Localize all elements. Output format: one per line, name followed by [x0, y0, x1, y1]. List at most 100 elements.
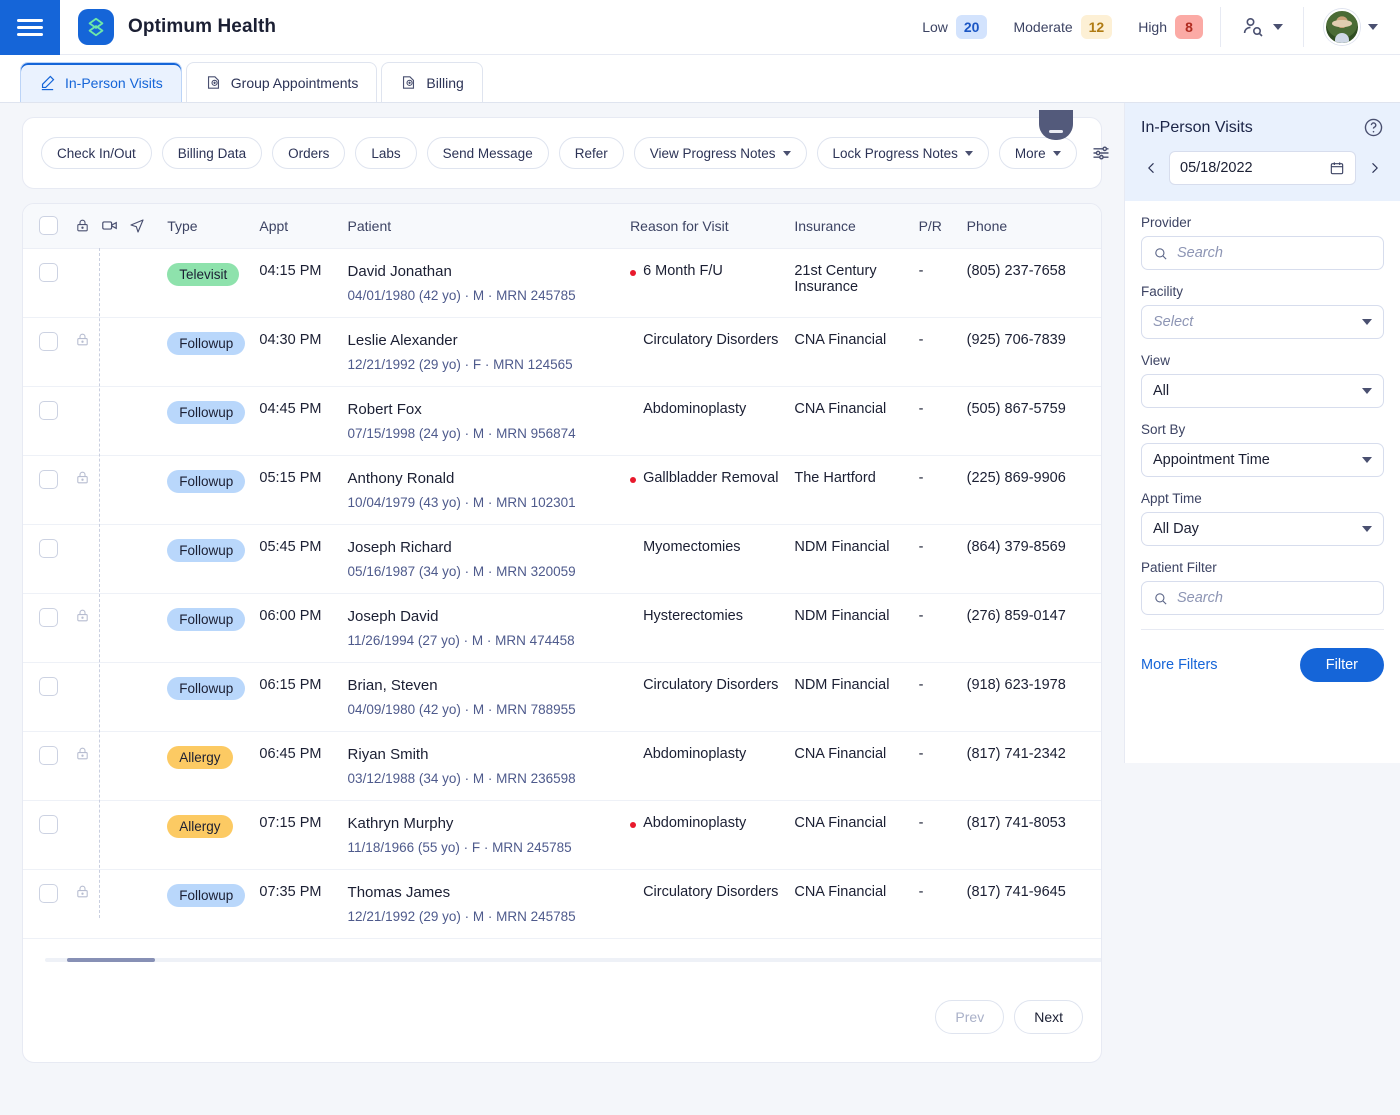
lock-progress-notes-button[interactable]: Lock Progress Notes [817, 137, 989, 169]
row-reason-cell: Hysterectomies [624, 593, 788, 662]
risk-high[interactable]: High 8 [1125, 15, 1216, 39]
patient-meta: 12/21/1992 (29 yo) · F · MRN 124565 [348, 357, 619, 372]
row-insurance-cell: CNA Financial [788, 386, 912, 455]
date-navigator: 05/18/2022 [1141, 151, 1384, 185]
lock-icon[interactable] [75, 608, 90, 623]
risk-low[interactable]: Low 20 [909, 15, 1000, 39]
row-checkbox[interactable] [39, 884, 58, 903]
table-row[interactable]: Followup04:30 PMLeslie Alexander12/21/19… [23, 317, 1101, 386]
risk-low-label: Low [922, 19, 948, 35]
row-patient-cell[interactable]: Anthony Ronald10/04/1979 (43 yo) · M · M… [342, 455, 625, 524]
phone-header[interactable]: Phone [961, 204, 1101, 248]
row-patient-cell[interactable]: Thomas James12/21/1992 (29 yo) · M · MRN… [342, 869, 625, 938]
row-checkbox[interactable] [39, 539, 58, 558]
row-phone-cell: (225) 869-9906 [961, 455, 1101, 524]
table-body: Televisit04:15 PMDavid Jonathan04/01/198… [23, 248, 1101, 938]
billing-data-button[interactable]: Billing Data [162, 137, 262, 169]
brand[interactable]: Optimum Health [78, 9, 276, 45]
tab-billing[interactable]: Billing [381, 62, 482, 102]
patient-header[interactable]: Patient [342, 204, 625, 248]
hamburger-menu-button[interactable] [0, 0, 60, 55]
row-patient-cell[interactable]: Robert Fox07/15/1998 (24 yo) · M · MRN 9… [342, 386, 625, 455]
appt-header[interactable]: Appt [253, 204, 341, 248]
table-row[interactable]: Followup05:45 PMJoseph Richard05/16/1987… [23, 524, 1101, 593]
patient-meta: 03/12/1988 (34 yo) · M · MRN 236598 [348, 771, 619, 786]
row-checkbox[interactable] [39, 470, 58, 489]
facility-select[interactable]: Select [1141, 305, 1384, 339]
pr-header[interactable]: P/R [913, 204, 961, 248]
row-checkbox[interactable] [39, 263, 58, 282]
select-all-checkbox[interactable] [39, 216, 58, 235]
row-patient-cell[interactable]: Joseph David11/26/1994 (27 yo) · M · MRN… [342, 593, 625, 662]
table-row[interactable]: Followup06:15 PMBrian, Steven04/09/1980 … [23, 662, 1101, 731]
table-row[interactable]: Followup05:15 PMAnthony Ronald10/04/1979… [23, 455, 1101, 524]
filter-button[interactable]: Filter [1300, 648, 1384, 682]
next-day-button[interactable] [1364, 160, 1384, 176]
appt-time-select[interactable]: All Day [1141, 512, 1384, 546]
row-checkbox[interactable] [39, 332, 58, 351]
user-search-button[interactable] [1225, 15, 1299, 39]
lock-icon[interactable] [75, 470, 90, 485]
sort-by-select[interactable]: Appointment Time [1141, 443, 1384, 477]
view-select[interactable]: All [1141, 374, 1384, 408]
view-progress-notes-button[interactable]: View Progress Notes [634, 137, 807, 169]
lock-icon[interactable] [75, 884, 90, 899]
prev-day-button[interactable] [1141, 160, 1161, 176]
lock-icon[interactable] [75, 332, 90, 347]
row-checkbox[interactable] [39, 746, 58, 765]
reason-text: Abdominoplasty [643, 401, 746, 417]
table-row[interactable]: Followup06:00 PMJoseph David11/26/1994 (… [23, 593, 1101, 662]
labs-button[interactable]: Labs [355, 137, 416, 169]
patient-filter-input[interactable]: Search [1141, 581, 1384, 615]
prev-page-button[interactable]: Prev [935, 1000, 1004, 1034]
more-button[interactable]: More [999, 137, 1077, 169]
row-checkbox[interactable] [39, 815, 58, 834]
row-phone-cell: (817) 741-9645 [961, 869, 1101, 938]
table-row[interactable]: Followup04:45 PMRobert Fox07/15/1998 (24… [23, 386, 1101, 455]
row-patient-cell[interactable]: David Jonathan04/01/1980 (42 yo) · M · M… [342, 248, 625, 317]
next-page-button[interactable]: Next [1014, 1000, 1083, 1034]
send-message-button[interactable]: Send Message [427, 137, 549, 169]
toolbar-settings-button[interactable] [1091, 143, 1111, 163]
row-appt-cell: 06:15 PM [253, 662, 341, 731]
table-row[interactable]: Allergy07:15 PMKathryn Murphy11/18/1966 … [23, 800, 1101, 869]
orders-button[interactable]: Orders [272, 137, 345, 169]
row-checkbox[interactable] [39, 608, 58, 627]
more-filters-link[interactable]: More Filters [1141, 657, 1218, 673]
row-type-cell: Allergy [161, 731, 253, 800]
tab-in-person-visits[interactable]: In-Person Visits [20, 62, 182, 102]
check-in-out-button[interactable]: Check In/Out [41, 137, 152, 169]
row-patient-cell[interactable]: Kathryn Murphy11/18/1966 (55 yo) · F · M… [342, 800, 625, 869]
help-circle-icon[interactable] [1363, 117, 1384, 138]
provider-search-input[interactable]: Search [1141, 236, 1384, 270]
scrollbar-thumb[interactable] [67, 958, 155, 962]
user-profile-button[interactable] [1308, 9, 1400, 45]
table-row[interactable]: Followup07:35 PMThomas James12/21/1992 (… [23, 869, 1101, 938]
hamburger-menu-icon [17, 19, 43, 22]
horizontal-scrollbar[interactable] [45, 958, 1102, 962]
row-checkbox[interactable] [39, 677, 58, 696]
visit-type-badge: Allergy [167, 815, 232, 838]
calendar-icon [1329, 160, 1345, 176]
risk-moderate[interactable]: Moderate 12 [1000, 15, 1125, 39]
collapse-toolbar-button[interactable] [1039, 110, 1073, 140]
view-value: All [1153, 383, 1169, 399]
insurance-header[interactable]: Insurance [788, 204, 912, 248]
row-patient-cell[interactable]: Leslie Alexander12/21/1992 (29 yo) · F ·… [342, 317, 625, 386]
table-row[interactable]: Allergy06:45 PMRiyan Smith03/12/1988 (34… [23, 731, 1101, 800]
row-patient-cell[interactable]: Brian, Steven04/09/1980 (42 yo) · M · MR… [342, 662, 625, 731]
tab-group-appointments[interactable]: Group Appointments [186, 62, 378, 102]
row-checkbox[interactable] [39, 401, 58, 420]
button-label: More [1015, 146, 1046, 161]
row-patient-cell[interactable]: Joseph Richard05/16/1987 (34 yo) · M · M… [342, 524, 625, 593]
row-select-cell [23, 593, 69, 662]
type-header[interactable]: Type [161, 204, 253, 248]
row-patient-cell[interactable]: Riyan Smith03/12/1988 (34 yo) · M · MRN … [342, 731, 625, 800]
reason-header[interactable]: Reason for Visit [624, 204, 788, 248]
table-row[interactable]: Televisit04:15 PMDavid Jonathan04/01/198… [23, 248, 1101, 317]
column-divider [99, 248, 100, 918]
refer-button[interactable]: Refer [559, 137, 624, 169]
date-input[interactable]: 05/18/2022 [1169, 151, 1356, 185]
reason-text: Myomectomies [643, 539, 741, 555]
lock-icon[interactable] [75, 746, 90, 761]
